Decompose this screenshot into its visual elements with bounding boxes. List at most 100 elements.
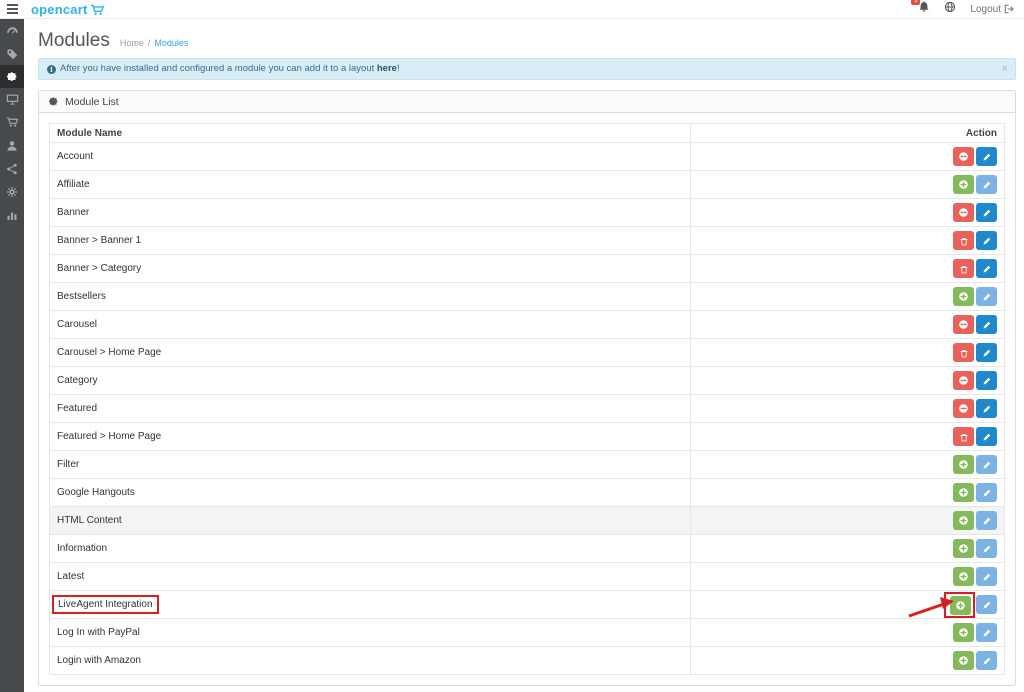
edit-button[interactable] bbox=[976, 147, 997, 166]
edit-button[interactable] bbox=[976, 287, 997, 306]
plus-circle-icon bbox=[958, 179, 969, 190]
plus-circle-icon bbox=[958, 543, 969, 554]
pencil-icon bbox=[982, 460, 992, 470]
delete-button[interactable] bbox=[953, 259, 974, 278]
delete-button[interactable] bbox=[953, 343, 974, 362]
top-navbar: opencart 1 Logout bbox=[0, 0, 1024, 19]
pencil-icon bbox=[982, 152, 992, 162]
edit-button[interactable] bbox=[976, 315, 997, 334]
uninstall-button[interactable] bbox=[953, 147, 974, 166]
pencil-icon bbox=[982, 180, 992, 190]
uninstall-button[interactable] bbox=[953, 399, 974, 418]
customers-icon bbox=[6, 140, 18, 152]
alert-here-link[interactable]: here bbox=[377, 63, 397, 74]
sidebar-item-catalog[interactable] bbox=[0, 42, 24, 65]
sidebar-item-dashboard[interactable] bbox=[0, 19, 24, 42]
pencil-icon bbox=[982, 516, 992, 526]
install-button[interactable] bbox=[953, 567, 974, 586]
notifications-button[interactable]: 1 bbox=[911, 0, 930, 18]
sidebar-item-marketing[interactable] bbox=[0, 157, 24, 180]
edit-button[interactable] bbox=[976, 175, 997, 194]
edit-button[interactable] bbox=[976, 511, 997, 530]
install-button[interactable] bbox=[953, 287, 974, 306]
info-circle-icon: i bbox=[47, 65, 56, 74]
module-name: Banner > Banner 1 bbox=[57, 235, 142, 246]
menu-toggle-button[interactable] bbox=[0, 0, 24, 19]
notification-badge: 1 bbox=[911, 0, 921, 5]
edit-button[interactable] bbox=[976, 203, 997, 222]
pencil-icon bbox=[982, 208, 992, 218]
breadcrumb-separator: / bbox=[147, 38, 151, 48]
sidebar-item-reports[interactable] bbox=[0, 203, 24, 226]
action-cell bbox=[690, 394, 1005, 423]
pencil-icon bbox=[982, 376, 992, 386]
action-cell bbox=[690, 534, 1005, 563]
reports-icon bbox=[6, 209, 18, 221]
edit-button[interactable] bbox=[976, 455, 997, 474]
module-name-cell: Information bbox=[49, 534, 691, 563]
edit-button[interactable] bbox=[976, 651, 997, 670]
sidebar-item-customers[interactable] bbox=[0, 134, 24, 157]
install-button[interactable] bbox=[953, 175, 974, 194]
sidebar-item-sales[interactable] bbox=[0, 111, 24, 134]
store-front-button[interactable] bbox=[944, 0, 956, 18]
pencil-icon bbox=[982, 432, 992, 442]
install-button[interactable] bbox=[953, 623, 974, 642]
breadcrumb-modules-link[interactable]: Modules bbox=[154, 38, 188, 48]
module-name: Bestsellers bbox=[57, 291, 106, 302]
pencil-icon bbox=[982, 320, 992, 330]
edit-button[interactable] bbox=[976, 539, 997, 558]
delete-button[interactable] bbox=[953, 231, 974, 250]
module-name: Affiliate bbox=[57, 179, 90, 190]
minus-circle-icon bbox=[958, 151, 969, 162]
plus-circle-icon bbox=[958, 487, 969, 498]
action-cell bbox=[690, 226, 1005, 255]
uninstall-button[interactable] bbox=[953, 203, 974, 222]
install-button[interactable] bbox=[953, 511, 974, 530]
action-cell bbox=[690, 338, 1005, 367]
action-cell bbox=[690, 562, 1005, 591]
install-button[interactable] bbox=[953, 455, 974, 474]
sidebar-item-extensions[interactable] bbox=[0, 65, 24, 88]
pencil-icon bbox=[982, 656, 992, 666]
install-button[interactable] bbox=[953, 483, 974, 502]
edit-button[interactable] bbox=[976, 483, 997, 502]
install-button[interactable] bbox=[950, 595, 971, 615]
table-row: Carousel bbox=[49, 310, 1005, 339]
minus-circle-icon bbox=[958, 207, 969, 218]
action-cell bbox=[690, 422, 1005, 451]
edit-button[interactable] bbox=[976, 371, 997, 390]
alert-close-button[interactable]: × bbox=[1002, 59, 1008, 79]
edit-button[interactable] bbox=[976, 595, 997, 614]
uninstall-button[interactable] bbox=[953, 371, 974, 390]
breadcrumb: Home / Modules bbox=[120, 38, 189, 48]
delete-button[interactable] bbox=[953, 427, 974, 446]
sidebar-item-design[interactable] bbox=[0, 88, 24, 111]
edit-button[interactable] bbox=[976, 343, 997, 362]
module-list-panel: Module List Module Name Action Account Af… bbox=[38, 90, 1016, 686]
edit-button[interactable] bbox=[976, 427, 997, 446]
extensions-icon bbox=[6, 71, 18, 83]
install-button[interactable] bbox=[953, 651, 974, 670]
edit-button[interactable] bbox=[976, 623, 997, 642]
module-name: Category bbox=[57, 375, 98, 386]
module-name-cell: Login with Amazon bbox=[49, 646, 691, 675]
breadcrumb-home-link[interactable]: Home bbox=[120, 38, 144, 48]
sidebar-item-system[interactable] bbox=[0, 180, 24, 203]
install-button[interactable] bbox=[953, 539, 974, 558]
logout-button[interactable]: Logout bbox=[970, 4, 1014, 15]
edit-button[interactable] bbox=[976, 259, 997, 278]
module-name: Featured > Home Page bbox=[57, 431, 162, 442]
edit-button[interactable] bbox=[976, 231, 997, 250]
uninstall-button[interactable] bbox=[953, 315, 974, 334]
module-name-cell: Bestsellers bbox=[49, 282, 691, 311]
alert-text-suffix: ! bbox=[396, 63, 400, 74]
minus-circle-icon bbox=[958, 375, 969, 386]
opencart-logo[interactable]: opencart bbox=[31, 2, 105, 17]
annotation-box-module-name: LiveAgent Integration bbox=[52, 595, 159, 614]
module-name-cell: Banner bbox=[49, 198, 691, 227]
module-name: Carousel bbox=[57, 319, 98, 330]
edit-button[interactable] bbox=[976, 567, 997, 586]
edit-button[interactable] bbox=[976, 399, 997, 418]
table-row: Log In with PayPal bbox=[49, 618, 1005, 647]
